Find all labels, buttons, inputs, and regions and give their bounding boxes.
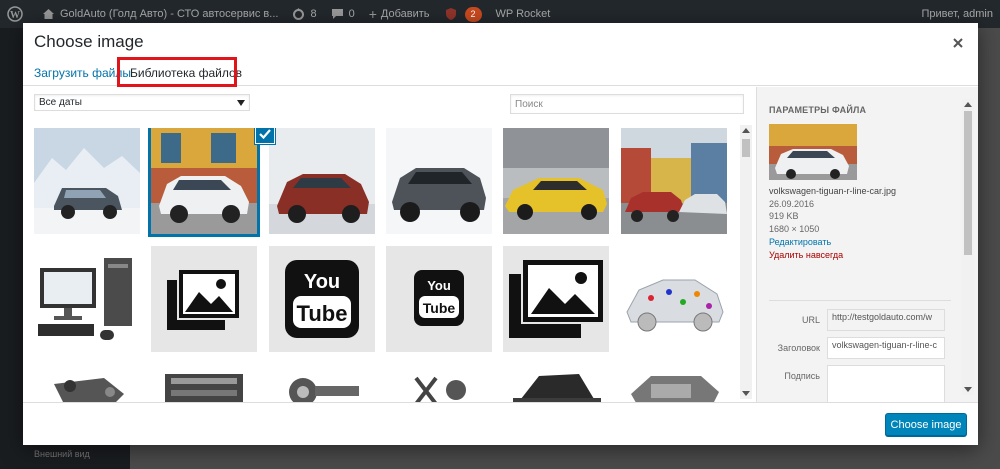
sidebar-divider	[769, 300, 951, 301]
attachment-engine-part-3[interactable]	[269, 364, 375, 402]
notifications-badge: 2	[464, 6, 482, 22]
attachment-car-hood-open[interactable]	[503, 364, 609, 402]
comments-icon	[331, 9, 343, 19]
url-label: URL	[801, 315, 820, 325]
modal-toolbar: Choose image	[23, 402, 978, 445]
scroll-down-arrow-icon[interactable]	[742, 391, 750, 396]
attachment-engine-part-2[interactable]	[151, 364, 257, 402]
home-icon	[43, 9, 54, 19]
attachment-computer-diagnostics[interactable]	[34, 246, 140, 352]
sidebar-scroll-down-arrow-icon[interactable]	[964, 387, 972, 392]
sidebar-title: ПАРАМЕТРЫ ФАЙЛА	[769, 105, 867, 115]
svg-text:You: You	[304, 271, 340, 293]
selected-check-icon[interactable]	[255, 128, 275, 144]
dropdown-arrow-icon	[237, 99, 245, 106]
file-name: volkswagen-tiguan-r-line-car.jpg	[769, 186, 897, 196]
attachment-tiguan-city[interactable]	[621, 128, 727, 234]
file-date: 26.09.2016	[769, 199, 815, 209]
svg-text:W: W	[10, 10, 20, 21]
attachment-volkswagen-tiguan-r-line-car[interactable]	[149, 128, 259, 236]
attachment-details-sidebar: ПАРАМЕТРЫ ФАЙЛА volkswagen-tiguan-r-line…	[756, 87, 978, 402]
site-name: GoldAuto (Голд Авто) - СТО автосервис в.…	[60, 8, 279, 20]
attachment-engine-part-1[interactable]	[34, 364, 140, 402]
attachment-suspension-part[interactable]	[386, 364, 492, 402]
media-modal: Choose image Загрузить файлы Библиотека …	[23, 23, 978, 445]
close-button[interactable]	[948, 33, 968, 53]
appearance-label: Внешний вид	[34, 449, 90, 459]
delete-permanently-link[interactable]: Удалить навсегда	[769, 250, 843, 260]
caption-field[interactable]	[827, 365, 945, 402]
date-filter-value: Все даты	[39, 97, 82, 108]
sidebar-scrollbar[interactable]	[962, 99, 974, 395]
modal-title: Choose image	[34, 32, 144, 51]
admin-menu-background	[0, 28, 23, 469]
sidebar-scrollbar-thumb[interactable]	[964, 111, 972, 255]
attachment-car-wiring-diagram[interactable]	[621, 246, 727, 352]
edit-image-link[interactable]: Редактировать	[769, 237, 831, 247]
date-filter-select[interactable]: Все даты	[34, 94, 250, 111]
caption-label: Подпись	[784, 371, 820, 381]
updates-count: 8	[310, 8, 317, 20]
wp-rocket-label: WP Rocket	[495, 8, 551, 20]
attachment-youtube-logo-small[interactable]: You Tube	[386, 246, 492, 352]
shield-icon	[445, 8, 456, 20]
grid-scrollbar[interactable]	[740, 125, 752, 399]
add-new-label: Добавить	[380, 8, 430, 20]
updates-icon	[293, 7, 305, 20]
attachment-image-placeholder[interactable]	[151, 246, 257, 352]
attachment-range-rover-snow[interactable]	[34, 128, 140, 234]
plus-icon: +	[368, 6, 377, 22]
tab-highlight-box	[117, 57, 237, 87]
scroll-up-arrow-icon[interactable]	[742, 128, 750, 133]
svg-text:Tube: Tube	[297, 301, 348, 326]
page-background-right	[978, 28, 1000, 469]
sidebar-scroll-up-arrow-icon[interactable]	[964, 102, 972, 107]
title-field[interactable]: volkswagen-tiguan-r-line-c	[827, 337, 945, 359]
file-size: 919 KB	[769, 211, 799, 221]
attachment-range-rover-evoque-snow[interactable]	[386, 128, 492, 234]
page-background	[130, 445, 1000, 469]
attachment-youtube-logo[interactable]: You Tube	[269, 246, 375, 352]
search-input[interactable]	[510, 94, 744, 114]
url-field[interactable]: http://testgoldauto.com/w	[827, 309, 945, 331]
attachment-yellow-sports-car[interactable]	[503, 128, 609, 234]
greeting: Привет, admin	[921, 8, 993, 20]
file-dimensions: 1680 × 1050	[769, 224, 820, 234]
selected-image-preview	[769, 124, 857, 180]
svg-text:Tube: Tube	[423, 300, 456, 316]
attachment-tiguan-red[interactable]	[269, 128, 375, 234]
svg-text:You: You	[427, 278, 451, 293]
comments-count: 0	[348, 8, 355, 20]
close-icon	[953, 38, 963, 48]
attachments-grid: You Tube You Tube	[34, 128, 740, 402]
title-label: Заголовок	[777, 343, 820, 353]
choose-image-button[interactable]: Choose image	[885, 413, 967, 436]
grid-scrollbar-thumb[interactable]	[742, 139, 750, 157]
attachment-transmission-part[interactable]	[621, 364, 727, 402]
attachment-image-placeholder-2[interactable]	[503, 246, 609, 352]
admin-menu-appearance: Внешний вид	[0, 445, 130, 469]
